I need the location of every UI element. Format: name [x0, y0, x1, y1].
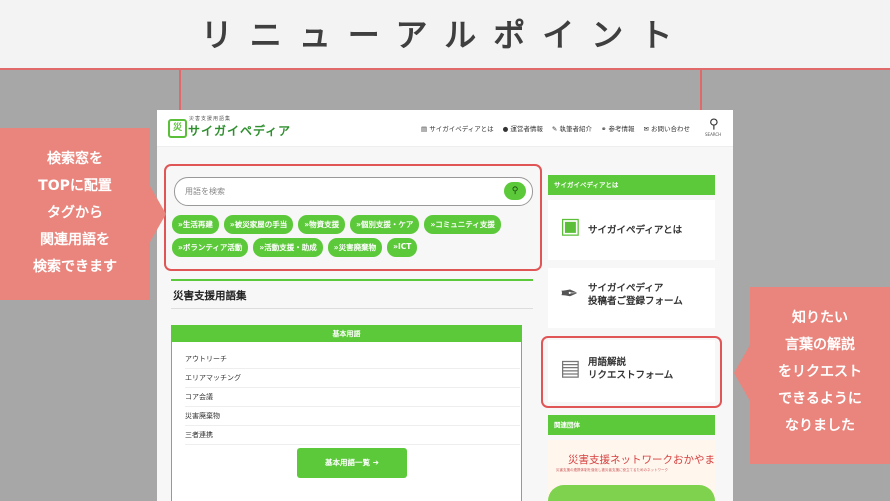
sidebar-card-label: サイガイペディアとは [588, 225, 683, 236]
pen-icon: ✎ [551, 125, 558, 133]
term-item[interactable]: 災害廃棄物 [185, 407, 520, 426]
left-callout-line: 関連用語を [40, 232, 110, 248]
section-title: 災害支援用語集 [173, 290, 247, 302]
search-icon[interactable]: ⚲ [709, 117, 719, 132]
logo-icon[interactable]: 災 [168, 119, 187, 138]
banner: リニューアルポイント [0, 0, 890, 68]
person-icon: ● [502, 125, 509, 133]
site-header: 災 災害支援用語集 サイガイペディア ▤ サイガイペディアとは ● 運営者情報 … [157, 110, 733, 147]
right-callout: 知りたい 言葉の解説 をリクエスト できるように なりました [750, 287, 890, 464]
request-highlight-box [541, 336, 722, 408]
right-callout-line: をリクエスト [778, 364, 862, 380]
related-org-banner[interactable]: 災害支援ネットワークおかやま 災害支援の連携体制を強化し被災者支援に役立てるため… [548, 440, 715, 501]
pen-icon: ✒ [560, 282, 579, 307]
nav-references-label: 参考情報 [608, 125, 635, 133]
nav-contact[interactable]: ✉ お問い合わせ [643, 123, 690, 133]
nav-about-label: サイガイペディアとは [429, 125, 494, 133]
term-item[interactable]: エリアマッチング [185, 369, 520, 388]
nav-writers-label: 執筆者紹介 [559, 125, 592, 133]
left-callout-line: 検索できます [33, 259, 117, 275]
sidebar-related-heading: 関連団体 [548, 415, 715, 435]
nav-references[interactable]: ⚭ 参考情報 [601, 123, 635, 133]
section-divider [171, 308, 533, 309]
nav-operator-label: 運営者情報 [510, 125, 543, 133]
logo-icon: ▣ [560, 214, 581, 239]
link-icon: ⚭ [600, 125, 607, 133]
section-top-line [171, 279, 533, 281]
left-callout-line: 検索窓を [47, 151, 103, 167]
term-item[interactable]: コア会議 [185, 388, 520, 407]
related-org-subtitle: 災害支援の連携体制を強化し被災者支援に役立てるためのネットワーク [556, 468, 668, 472]
related-org-title: 災害支援ネットワークおかやま [568, 454, 715, 466]
mail-icon: ✉ [643, 125, 649, 133]
book-icon: ▤ [421, 125, 428, 133]
basic-terms-box: 基本用語 アウトリーチ エリアマッチング コア会議 災害廃棄物 三者連携 基本用… [171, 325, 522, 501]
search-label: SEARCH [705, 132, 722, 137]
nav-operator[interactable]: ● 運営者情報 [503, 123, 543, 133]
term-item[interactable]: 三者連携 [185, 426, 520, 445]
banner-red-line [0, 68, 890, 70]
banner-title: リニューアルポイント [200, 16, 690, 54]
left-callout-line: TOPに配置 [38, 178, 112, 194]
right-callout-line: 言葉の解説 [785, 337, 855, 353]
logo-title[interactable]: サイガイペディア [188, 122, 291, 139]
sidebar-card-label: サイガイペディア 投稿者ご登録フォーム [588, 283, 683, 307]
banner-hill-illustration [548, 485, 715, 501]
sidebar-card-register[interactable]: ✒ サイガイペディア 投稿者ご登録フォーム [548, 268, 715, 328]
left-callout: 検索窓を TOPに配置 タグから 関連用語を 検索できます [0, 128, 150, 300]
right-callout-line: なりました [785, 418, 855, 434]
basic-terms-more-button[interactable]: 基本用語一覧 ➔ [297, 448, 407, 478]
right-callout-line: 知りたい [792, 310, 848, 326]
sidebar-card-about[interactable]: ▣ サイガイペディアとは [548, 200, 715, 260]
logo-subtitle: 災害支援用語集 [189, 116, 232, 122]
nav-writers[interactable]: ✎ 執筆者紹介 [552, 123, 592, 133]
term-item[interactable]: アウトリーチ [185, 350, 520, 369]
right-callout-line: できるように [778, 391, 862, 407]
nav-about[interactable]: ▤ サイガイペディアとは [421, 123, 494, 133]
right-callout-pointer [734, 345, 750, 401]
left-callout-pointer [150, 186, 166, 242]
basic-terms-header: 基本用語 [172, 326, 521, 342]
sidebar-about-heading: サイガイペディアとは [548, 175, 715, 195]
nav-contact-label: お問い合わせ [651, 125, 690, 133]
search-highlight-box [164, 164, 542, 271]
main-nav: ▤ サイガイペディアとは ● 運営者情報 ✎ 執筆者紹介 ⚭ 参考情報 ✉ お問… [421, 123, 690, 133]
left-callout-line: タグから [47, 205, 103, 221]
